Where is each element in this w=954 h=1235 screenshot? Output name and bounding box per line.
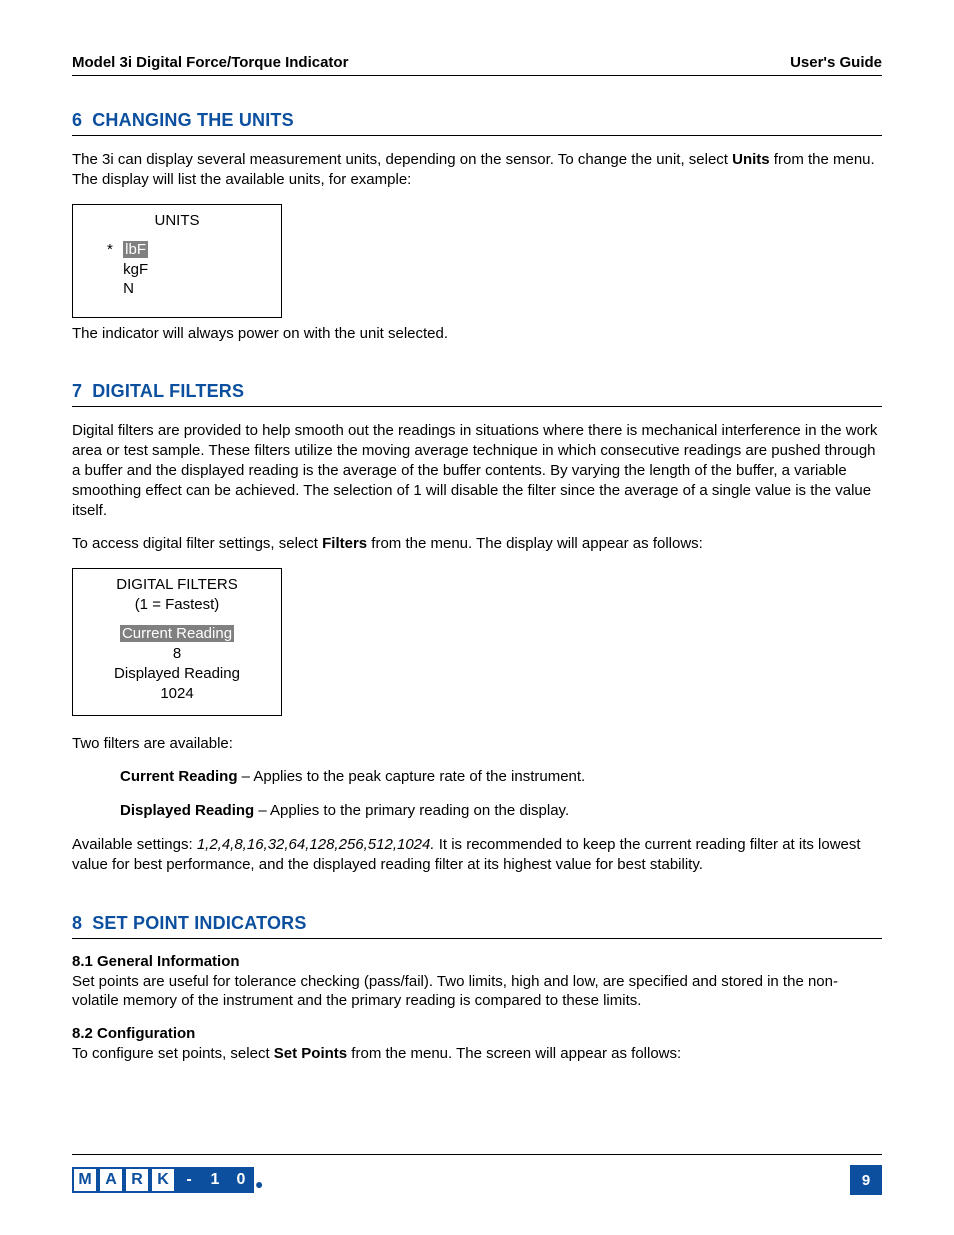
s7-p1: Digital filters are provided to help smo…	[72, 421, 882, 520]
section-title: CHANGING THE UNITS	[92, 110, 294, 130]
s7-p2: To access digital filter settings, selec…	[72, 534, 882, 554]
section-7-heading: 7 DIGITAL FILTERS	[72, 381, 882, 407]
s7-def1: Current Reading – Applies to the peak ca…	[120, 767, 882, 787]
s7-p4: Available settings: 1,2,4,8,16,32,64,128…	[72, 835, 882, 875]
logo-letter: -	[176, 1167, 202, 1193]
logo-letter: A	[98, 1167, 124, 1193]
s7-screen: DIGITAL FILTERS (1 = Fastest) Current Re…	[72, 568, 282, 716]
page-footer: M A R K - 1 0 ● 9	[72, 1154, 882, 1195]
s8-p2: To configure set points, select Set Poin…	[72, 1044, 882, 1064]
logo-letter: R	[124, 1167, 150, 1193]
document-page: Model 3i Digital Force/Torque Indicator …	[0, 0, 954, 1235]
s8-p1: Set points are useful for tolerance chec…	[72, 972, 882, 1012]
logo-letter: 0	[228, 1167, 254, 1193]
section-title: DIGITAL FILTERS	[92, 381, 244, 401]
s6-p1: The 3i can display several measurement u…	[72, 150, 882, 190]
logo-letter: 1	[202, 1167, 228, 1193]
s7-p3: Two filters are available:	[72, 734, 882, 754]
unit-option: kgF	[123, 261, 148, 278]
unit-selected: lbF	[123, 241, 148, 258]
page-number: 9	[850, 1165, 882, 1195]
s8-sub2: 8.2 Configuration	[72, 1025, 882, 1042]
s6-screen: UNITS * lbF kgF N	[72, 204, 282, 318]
screen-title: UNITS	[73, 211, 281, 231]
page-header: Model 3i Digital Force/Torque Indicator …	[72, 54, 882, 76]
logo-letter: M	[72, 1167, 98, 1193]
screen-menu: * lbF kgF N	[73, 240, 281, 299]
section-num: 6	[72, 110, 82, 130]
filter-selected: Current Reading	[120, 625, 234, 642]
header-left: Model 3i Digital Force/Torque Indicator	[72, 54, 348, 71]
mark-10-logo: M A R K - 1 0 ●	[72, 1167, 263, 1193]
logo-letter: K	[150, 1167, 176, 1193]
s7-def2: Displayed Reading – Applies to the prima…	[120, 801, 882, 821]
unit-option: N	[123, 280, 134, 297]
section-num: 7	[72, 381, 82, 401]
s6-p2: The indicator will always power on with …	[72, 324, 882, 344]
s8-sub1: 8.1 General Information	[72, 953, 882, 970]
section-num: 8	[72, 913, 82, 933]
section-title: SET POINT INDICATORS	[92, 913, 306, 933]
header-right: User's Guide	[790, 54, 882, 71]
section-8-heading: 8 SET POINT INDICATORS	[72, 913, 882, 939]
section-6-heading: 6 CHANGING THE UNITS	[72, 110, 882, 136]
logo-dot-icon: ●	[255, 1177, 263, 1193]
